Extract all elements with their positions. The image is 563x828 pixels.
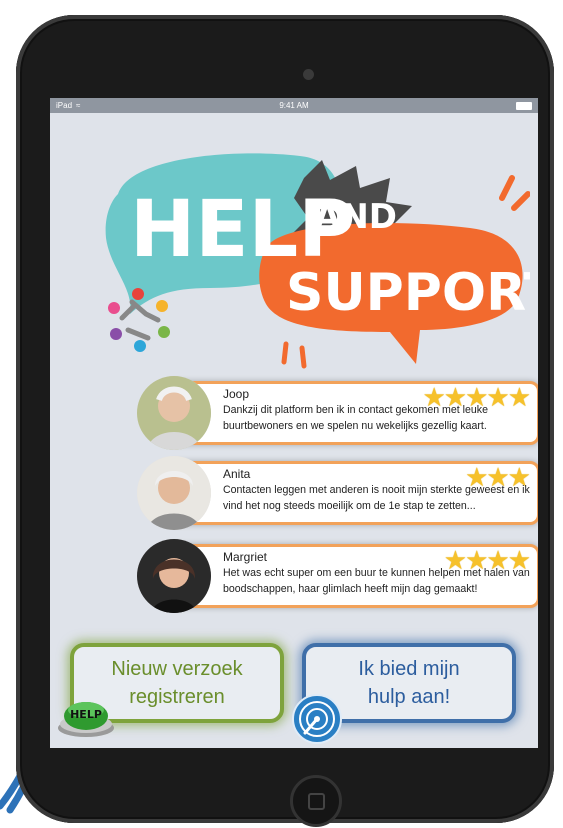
review-text: Dankzij dit platform ben ik in contact g… [223,404,488,432]
reviewer-name: Joop [223,387,250,401]
offer-help-line2: hulp aan! [367,686,451,708]
new-request-line1: Nieuw verzoek [111,658,243,680]
avatar [137,456,211,530]
logo-word-and: AND [314,197,397,237]
battery-icon [516,102,532,110]
status-bar: iPad ≈ 9:41 AM [50,98,538,113]
home-button[interactable] [290,775,342,827]
reviewer-name: Margriet [223,550,268,564]
logo-word-support: SUPPORT [286,263,530,323]
review-card: Anita ★★★ Contacten leggen met anderen i… [137,456,538,530]
offer-help-line1: Ik bied mijn [358,658,460,680]
review-card: Margriet ★★★★ Het was echt super om een … [137,539,538,613]
avatar [137,539,211,613]
app-screen: iPad≈ 9:41 AM HELP AND SUPPORT [50,98,538,748]
review-text: Het was echt super om een buur te kunnen… [223,567,530,595]
front-camera [303,69,314,80]
avatar [137,376,211,450]
help-and-support-logo: HELP AND SUPPORT [105,153,530,369]
review-card: Joop ★★★★★ Dankzij dit platform ben ik i… [137,376,538,450]
status-time: 9:41 AM [279,101,309,110]
help-badge-text: HELP [70,708,102,721]
help-button-icon: HELP [58,702,114,737]
new-request-line2: registreren [129,686,225,708]
reviewer-name: Anita [223,467,251,481]
review-text: Contacten leggen met anderen is nooit mi… [223,484,530,512]
radar-icon [292,694,342,744]
